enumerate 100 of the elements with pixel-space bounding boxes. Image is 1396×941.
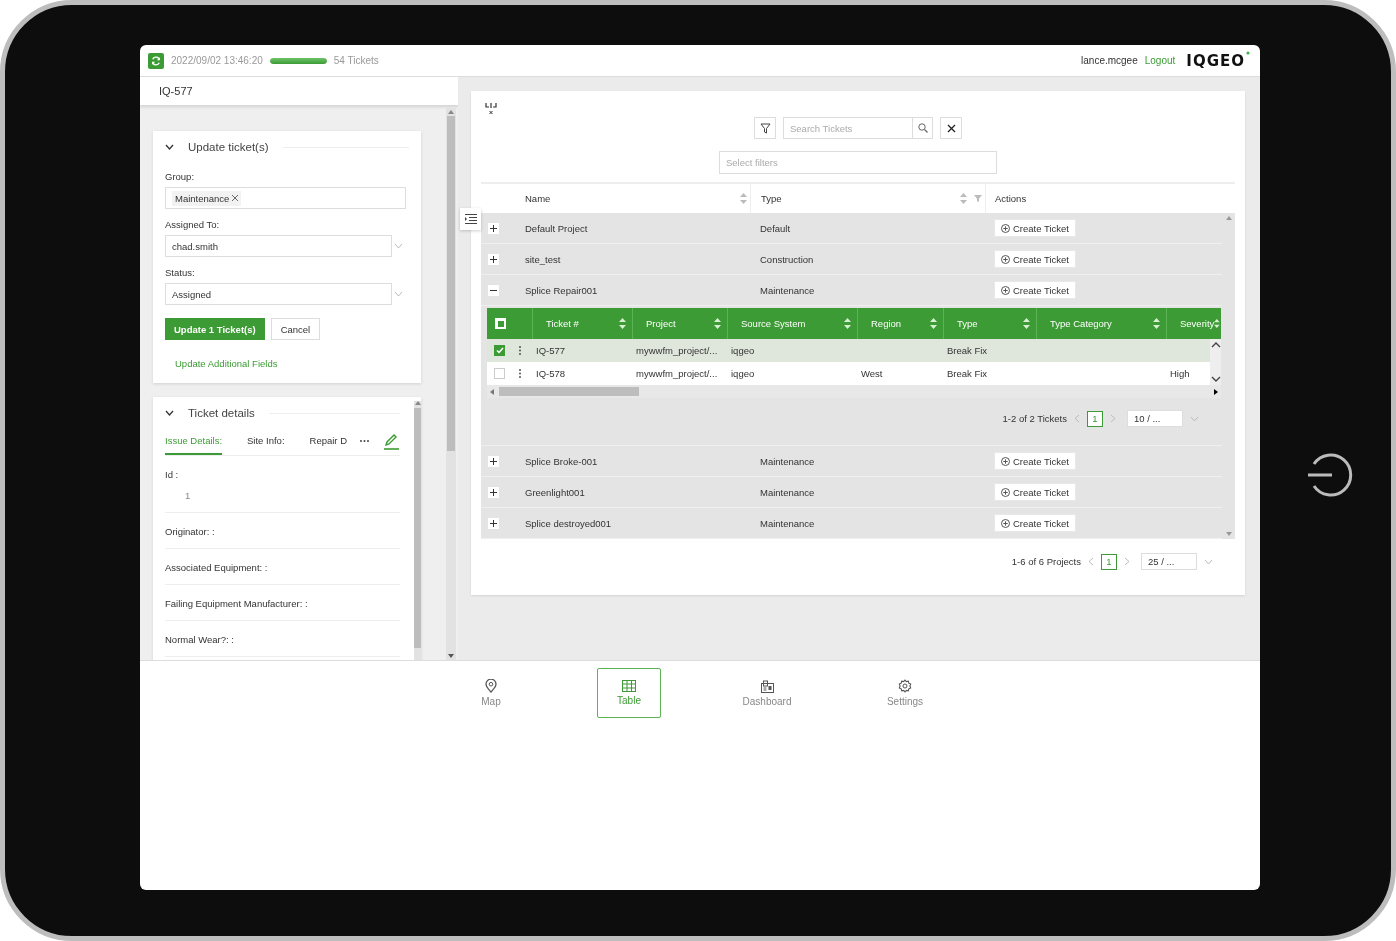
table-cell: Maintenance — [760, 455, 815, 467]
sort-icon[interactable] — [1214, 318, 1220, 329]
clear-button[interactable] — [940, 117, 962, 139]
vertical-scrollbar[interactable] — [413, 401, 421, 660]
chevron-icon[interactable] — [165, 410, 174, 416]
update-fields-link[interactable]: Update Additional Fields — [175, 358, 409, 369]
table-cell: IQ-578 — [536, 368, 566, 379]
column-header[interactable]: Region — [871, 318, 902, 329]
search-button[interactable] — [912, 117, 933, 139]
select-all-checkbox[interactable] — [495, 318, 506, 329]
column-header[interactable]: Type Category — [1050, 318, 1112, 329]
refresh-button[interactable] — [148, 52, 164, 69]
filter-button[interactable] — [754, 117, 776, 139]
column-header[interactable]: Source System — [741, 318, 806, 329]
plus-icon — [490, 457, 497, 465]
create-ticket-button[interactable]: Create Ticket — [994, 452, 1076, 470]
pencil-icon[interactable] — [382, 432, 400, 450]
table-cell: iqgeo — [731, 368, 755, 379]
logout-link[interactable]: Logout — [1144, 55, 1176, 66]
indent-toggle-button[interactable] — [460, 208, 481, 230]
scroll-up-icon[interactable] — [1225, 216, 1232, 220]
row-checkbox[interactable] — [494, 368, 505, 379]
scroll-up-icon[interactable] — [414, 401, 421, 405]
chevron-icon[interactable] — [1210, 341, 1221, 348]
scroll-right-icon[interactable] — [1214, 388, 1218, 395]
sort-icon[interactable] — [930, 318, 937, 329]
table-cell: IQ-577 — [536, 345, 566, 356]
close-icon — [946, 123, 956, 133]
sort-icon[interactable] — [714, 318, 721, 329]
row-checkbox[interactable] — [494, 345, 505, 356]
plus-circle-icon — [1001, 285, 1010, 295]
plus-circle-icon — [1001, 518, 1010, 528]
plus-circle-icon — [1001, 456, 1010, 466]
create-ticket-button[interactable]: Create Ticket — [994, 281, 1076, 299]
cancel-button[interactable]: Cancel — [270, 318, 321, 340]
column-header[interactable]: Project — [646, 318, 676, 329]
sort-icon[interactable] — [1023, 318, 1030, 329]
column-header[interactable]: Type — [761, 193, 956, 204]
expand-row-button[interactable] — [488, 486, 499, 498]
filter-icon[interactable] — [974, 195, 982, 202]
next-page-icon[interactable] — [1124, 557, 1130, 566]
expand-row-button[interactable] — [488, 455, 499, 467]
collapse-icon[interactable] — [485, 103, 497, 115]
scroll-down-icon[interactable] — [448, 654, 454, 658]
sort-icon[interactable] — [619, 318, 626, 329]
scroll-left-icon[interactable] — [490, 388, 494, 395]
sort-icon[interactable] — [844, 318, 851, 329]
column-header[interactable]: Type — [957, 318, 978, 329]
filter-field[interactable]: Select filters — [719, 151, 997, 174]
update-button[interactable]: Update 1 Ticket(s) — [165, 318, 265, 340]
field-label: Group: — [165, 171, 196, 182]
page-size-select[interactable]: 10 / ... — [1127, 410, 1183, 427]
ticket-title: IQ-577 — [159, 85, 193, 97]
collapse-row-button[interactable] — [488, 284, 499, 296]
caret-icon — [394, 291, 403, 297]
table-cell: Splice Broke-001 — [525, 455, 598, 467]
sort-icon[interactable] — [960, 193, 967, 204]
sort-icon[interactable] — [740, 193, 747, 204]
tab[interactable]: Repair D — [309, 427, 354, 455]
column-header[interactable]: Severity — [1180, 318, 1215, 329]
square-icon — [497, 320, 504, 327]
nav-tab[interactable]: Table — [597, 668, 661, 718]
plus-icon — [490, 255, 497, 263]
filter-icon — [759, 122, 771, 134]
table-cell: West — [861, 368, 883, 379]
chevron-icon[interactable] — [1210, 376, 1221, 383]
expand-row-button[interactable] — [488, 253, 499, 265]
table-cell: iqgeo — [731, 345, 755, 356]
dot-icon — [1246, 51, 1250, 55]
group-field[interactable]: Maintenance — [165, 187, 406, 209]
search-field[interactable]: Search Tickets — [783, 117, 912, 139]
status-field[interactable]: Assigned — [165, 283, 392, 305]
column-header[interactable]: Name — [525, 193, 736, 204]
column-header[interactable]: Ticket # — [546, 318, 579, 329]
progress-bar — [269, 57, 327, 64]
page-button[interactable]: 1 — [1087, 410, 1103, 427]
assignee-field[interactable]: chad.smith — [165, 235, 392, 257]
create-ticket-button[interactable]: Create Ticket — [994, 483, 1076, 501]
previous-page-icon[interactable] — [1088, 557, 1094, 566]
create-ticket-button[interactable]: Create Ticket — [994, 250, 1076, 268]
page-button[interactable]: 1 — [1101, 553, 1117, 570]
timestamp: 2022/09/02 13:46:20 — [171, 55, 263, 66]
tab[interactable]: Site Info: — [247, 427, 285, 455]
page-size-select[interactable]: 25 / ... — [1141, 553, 1197, 570]
horizontal-scrollbar[interactable] — [487, 385, 1221, 398]
expand-row-button[interactable] — [488, 517, 499, 529]
chevron-icon[interactable] — [165, 144, 174, 150]
tab[interactable]: Issue Details: — [165, 427, 223, 455]
table-cell: site_test — [525, 253, 561, 265]
create-ticket-button[interactable]: Create Ticket — [994, 514, 1076, 532]
vertical-scrollbar[interactable] — [1210, 339, 1221, 385]
plus-circle-icon — [1001, 487, 1010, 497]
plus-icon — [490, 488, 497, 496]
field-label: Assigned To: — [165, 219, 221, 230]
vertical-scrollbar[interactable] — [446, 108, 456, 660]
sort-icon[interactable] — [1153, 318, 1160, 329]
close-icon[interactable] — [232, 195, 239, 201]
create-ticket-button[interactable]: Create Ticket — [994, 219, 1076, 237]
scroll-up-icon[interactable] — [448, 110, 454, 114]
expand-row-button[interactable] — [488, 222, 499, 234]
